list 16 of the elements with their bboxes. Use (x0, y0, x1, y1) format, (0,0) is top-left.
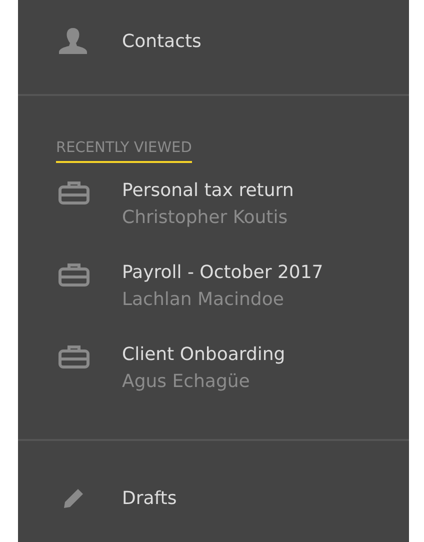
pencil-icon (62, 486, 86, 510)
briefcase-icon (58, 345, 90, 369)
person-icon (58, 27, 88, 55)
nav-label: Drafts (122, 488, 177, 508)
recent-item-title[interactable]: Personal tax return (122, 177, 294, 205)
recent-item-client: Agus Echagüe (122, 370, 251, 394)
briefcase-icon (58, 181, 90, 205)
briefcase-icon (58, 263, 90, 287)
recent-item-client: Lachlan Macindoe (122, 288, 285, 312)
recent-item-title[interactable]: Client Onboarding (122, 341, 286, 369)
nav-item[interactable]: Drafts (18, 441, 409, 542)
nav-label: Contacts (122, 30, 202, 52)
nav-item[interactable]: Contacts (18, 0, 409, 82)
section-heading: RECENTLY VIEWED (56, 140, 192, 163)
recent-item-title[interactable]: Payroll - October 2017 (122, 259, 324, 287)
recent-item-client: Christopher Koutis (122, 206, 289, 230)
